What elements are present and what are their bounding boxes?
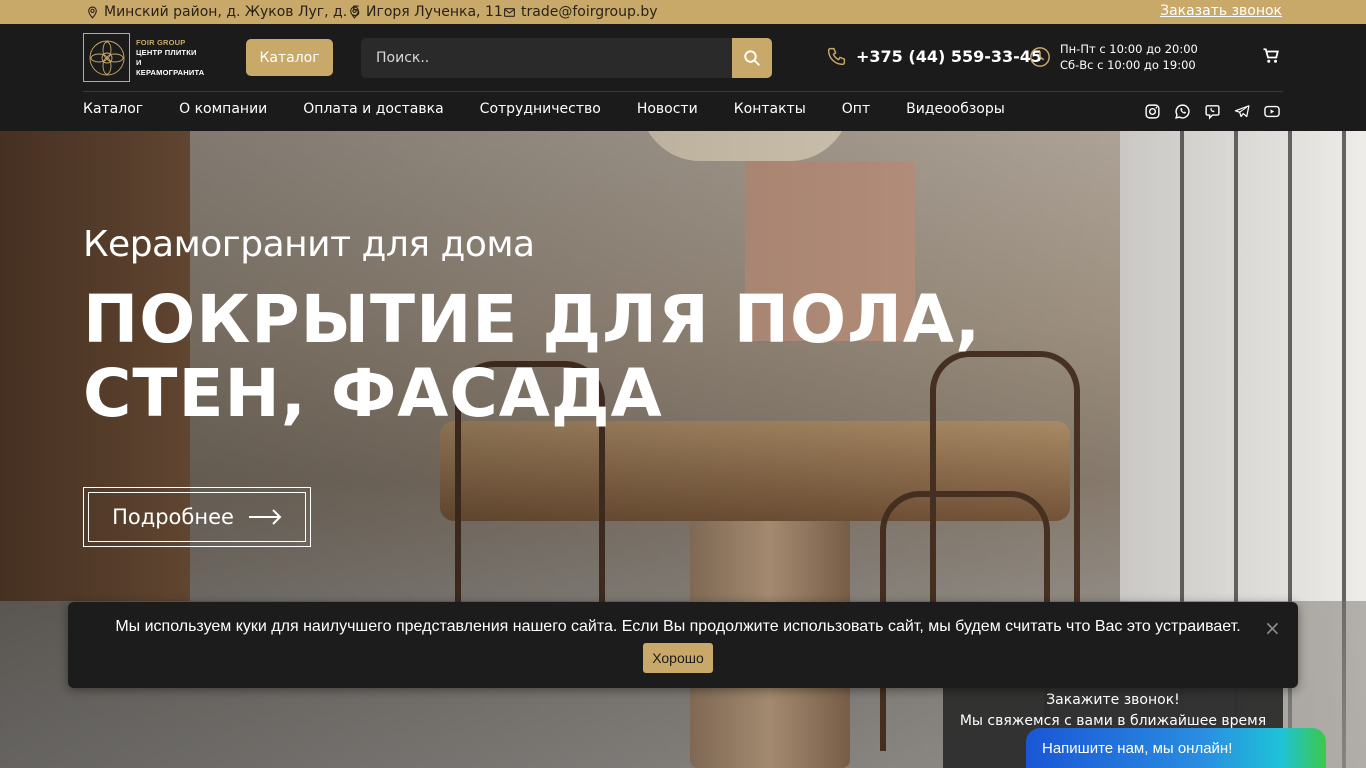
cookie-message: Мы используем куки для наилучшего предст… (115, 618, 1241, 635)
logo-line-2: ЦЕНТР ПЛИТКИ (136, 47, 197, 57)
nav-item-wholesale[interactable]: Опт (842, 101, 870, 117)
chat-widget-label: Напишите нам, мы онлайн! (1042, 740, 1233, 757)
catalog-button[interactable]: Каталог (246, 39, 333, 76)
nav-item-catalog[interactable]: Каталог (83, 101, 143, 117)
viber-icon (1204, 104, 1220, 120)
logo-text: FOIR GROUP ЦЕНТР ПЛИТКИ И КЕРАМОГРАНИТА (136, 38, 209, 78)
cookie-accept-button[interactable]: Хорошо (643, 643, 713, 673)
social-links (1143, 102, 1281, 120)
nav-item-contacts[interactable]: Контакты (734, 101, 806, 117)
youtube-icon (1264, 105, 1280, 117)
location-pin-icon (350, 6, 359, 19)
whatsapp-link[interactable] (1173, 102, 1191, 120)
search-box (361, 38, 772, 78)
hours-weekdays: Пн-Пт с 10:00 до 20:00 (1060, 42, 1198, 56)
address-2-text: Игоря Лученка, 11 (366, 4, 503, 20)
hours-weekend: Сб-Вс с 10:00 до 19:00 (1060, 58, 1196, 72)
hero-subtitle: Керамогранит для дома (83, 224, 535, 265)
more-button-label: Подробнее (112, 505, 234, 529)
nav-item-video-reviews[interactable]: Видеообзоры (906, 101, 1005, 117)
viber-link[interactable] (1203, 102, 1221, 120)
cart-button[interactable] (1262, 47, 1280, 69)
email-text: trade@foirgroup.by (521, 4, 658, 20)
telegram-link[interactable] (1233, 102, 1251, 120)
main-nav: Каталог О компании Оплата и доставка Сот… (83, 101, 1005, 117)
header-divider (83, 91, 1283, 92)
logo-brand: FOIR GROUP (136, 37, 186, 47)
search-icon (744, 50, 760, 66)
youtube-link[interactable] (1263, 102, 1281, 120)
callback-widget-text: Мы свяжемся с вами в ближайшее время (959, 713, 1267, 729)
logo-mark-icon (83, 33, 130, 82)
cookie-banner: Мы используем куки для наилучшего предст… (68, 602, 1298, 688)
whatsapp-icon (1174, 103, 1190, 119)
phone-link[interactable]: +375 (44) 559-33-45 (826, 46, 1042, 67)
callback-widget-title: Закажите звонок! (1046, 692, 1180, 708)
header: FOIR GROUP ЦЕНТР ПЛИТКИ И КЕРАМОГРАНИТА … (0, 24, 1366, 131)
telegram-icon (1234, 104, 1250, 117)
nav-item-payment-delivery[interactable]: Оплата и доставка (303, 101, 443, 117)
nav-item-about[interactable]: О компании (179, 101, 267, 117)
order-callback-link[interactable]: Заказать звонок (1160, 3, 1282, 19)
address-2: Игоря Лученка, 11 (348, 4, 503, 20)
phone-icon (827, 47, 846, 66)
top-info-bar: Минский район, д. Жуков Луг, д. 5 Игоря … (0, 0, 1366, 24)
search-button[interactable] (732, 38, 772, 78)
more-button[interactable]: Подробнее (83, 487, 311, 547)
logo[interactable]: FOIR GROUP ЦЕНТР ПЛИТКИ И КЕРАМОГРАНИТА (83, 33, 209, 82)
working-hours: Пн-Пт с 10:00 до 20:00 Сб-Вс с 10:00 до … (1029, 41, 1198, 73)
search-input[interactable] (361, 38, 732, 78)
hero-title: ПОКРЫТИЕ ДЛЯ ПОЛА, СТЕН, ФАСАДА (83, 281, 982, 432)
email-link[interactable]: trade@foirgroup.by (503, 4, 658, 20)
location-pin-icon (88, 6, 97, 19)
cart-icon (1263, 48, 1279, 63)
nav-item-cooperation[interactable]: Сотрудничество (480, 101, 601, 117)
chat-widget[interactable]: Напишите нам, мы онлайн! (1026, 728, 1326, 768)
mail-icon (504, 7, 515, 17)
phone-number: +375 (44) 559-33-45 (856, 47, 1043, 66)
cookie-close-icon[interactable]: × (1264, 616, 1281, 640)
address-1-text: Минский район, д. Жуков Луг, д. 5 (104, 4, 361, 20)
address-1: Минский район, д. Жуков Луг, д. 5 (86, 4, 361, 20)
logo-line-3: И КЕРАМОГРАНИТА (136, 57, 205, 77)
clock-icon (1030, 47, 1050, 67)
nav-item-news[interactable]: Новости (637, 101, 698, 117)
instagram-icon (1144, 103, 1160, 119)
arrow-right-icon (248, 509, 282, 525)
instagram-link[interactable] (1143, 102, 1161, 120)
